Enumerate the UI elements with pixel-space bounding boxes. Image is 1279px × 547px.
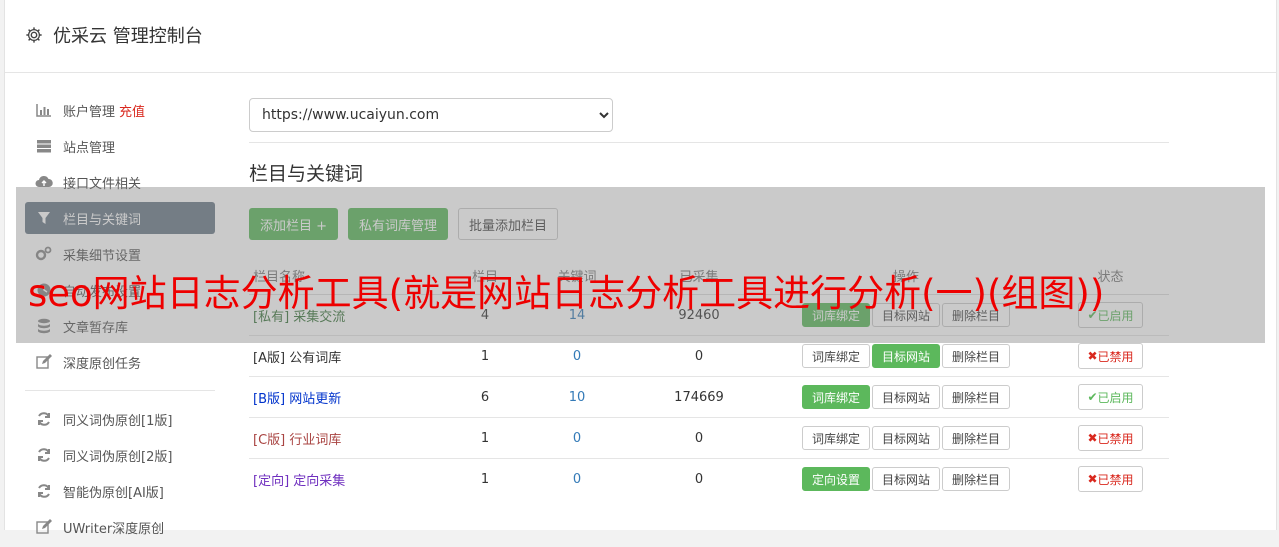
target-site-button[interactable]: 目标网站 — [871, 344, 940, 368]
sidebar-item-deep-original[interactable]: 深度原创任务 — [25, 346, 215, 378]
sidebar-item-label: 账户管理 — [63, 104, 116, 120]
panel-header: 优采云 管理控制台 — [5, 0, 1276, 73]
bar-chart-icon — [35, 101, 53, 119]
target-site-button[interactable]: 目标网站 — [871, 385, 940, 409]
status-cell: ✖ 已禁用 — [1052, 458, 1169, 499]
section-divider — [249, 142, 1169, 143]
lexicon-bind-button[interactable]: 定向设置 — [801, 467, 870, 491]
actions-cell: 词库绑定 目标网站 删除栏目 — [760, 417, 1052, 459]
sidebar-item-uwriter[interactable]: UWriter深度原创 — [25, 511, 215, 543]
overlay-band — [16, 187, 1265, 343]
sidebar-item-synonym-v2[interactable]: 同义词伪原创[2版] — [25, 439, 215, 471]
keyword-count-cell[interactable]: 0 — [516, 417, 638, 459]
sidebar-item-account[interactable]: 账户管理 充值 — [25, 94, 215, 126]
column-name-cell[interactable]: [定向] 定向采集 — [249, 458, 454, 499]
status-toggle[interactable]: ✖ 已禁用 — [1078, 343, 1143, 369]
collected-count-cell: 174669 — [638, 376, 760, 418]
table-row: [C版] 行业词库 1 0 0 词库绑定 目标网站 删除栏目 ✖ 已禁用 — [249, 417, 1169, 459]
refresh-icon — [35, 410, 53, 428]
page-title: 优采云 管理控制台 — [25, 22, 203, 48]
close-icon: ✖ — [1087, 349, 1098, 363]
recharge-link[interactable]: 充值 — [119, 101, 145, 120]
section-title: 栏目与关键词 — [249, 163, 364, 185]
lexicon-bind-button[interactable]: 词库绑定 — [801, 344, 870, 368]
gear-icon — [26, 27, 42, 43]
lexicon-bind-button[interactable]: 词库绑定 — [801, 426, 870, 450]
table-row: [定向] 定向采集 1 0 0 定向设置 目标网站 删除栏目 ✖ 已禁用 — [249, 458, 1169, 499]
header-title-text: 优采云 管理控制台 — [53, 26, 203, 47]
target-site-button[interactable]: 目标网站 — [871, 467, 940, 491]
delete-column-button[interactable]: 删除栏目 — [942, 467, 1011, 491]
delete-column-button[interactable]: 删除栏目 — [942, 385, 1011, 409]
sidebar-item-label: 站点管理 — [63, 140, 116, 156]
target-site-button[interactable]: 目标网站 — [871, 426, 940, 450]
count-cell: 1 — [454, 458, 516, 499]
status-toggle[interactable]: ✖ 已禁用 — [1078, 425, 1143, 451]
server-icon — [35, 137, 53, 155]
close-icon: ✖ — [1087, 472, 1098, 486]
status-label: 已禁用 — [1097, 472, 1134, 487]
refresh-icon — [35, 446, 53, 464]
edit-icon — [35, 518, 53, 536]
sidebar-item-label: 同义词伪原创[1版] — [63, 413, 173, 429]
sidebar-item-synonym-v1[interactable]: 同义词伪原创[1版] — [25, 403, 215, 435]
actions-cell: 词库绑定 目标网站 删除栏目 — [760, 376, 1052, 418]
overlay-title: seo网站日志分析工具(就是网站日志分析工具进行分析(一)(组图)) — [28, 272, 1105, 315]
column-name: 公有词库 — [289, 350, 342, 366]
delete-column-button[interactable]: 删除栏目 — [942, 344, 1011, 368]
column-name-cell[interactable]: [B版] 网站更新 — [249, 376, 454, 418]
column-name: 行业词库 — [289, 432, 342, 448]
status-toggle[interactable]: ✔ 已启用 — [1078, 384, 1143, 410]
sidebar-item-label: UWriter深度原创 — [63, 521, 165, 537]
status-cell: ✔ 已启用 — [1052, 376, 1169, 418]
count-cell: 1 — [454, 417, 516, 459]
site-select[interactable]: https://www.ucaiyun.com — [249, 98, 613, 132]
sidebar-item-label: 智能伪原创[AI版] — [63, 485, 164, 501]
column-name-cell[interactable]: [C版] 行业词库 — [249, 417, 454, 459]
keyword-count-cell[interactable]: 0 — [516, 458, 638, 499]
column-tag: [B版] — [253, 391, 286, 407]
sidebar-item-ai-rewrite[interactable]: 智能伪原创[AI版] — [25, 475, 215, 507]
column-name: 网站更新 — [289, 391, 342, 407]
status-cell: ✖ 已禁用 — [1052, 417, 1169, 459]
lexicon-bind-button[interactable]: 词库绑定 — [801, 385, 870, 409]
column-tag: [C版] — [253, 432, 286, 448]
count-cell: 6 — [454, 376, 516, 418]
sidebar-item-sites[interactable]: 站点管理 — [25, 130, 215, 162]
column-tag: [A版] — [253, 350, 286, 366]
status-label: 已禁用 — [1097, 431, 1134, 446]
status-toggle[interactable]: ✖ 已禁用 — [1078, 466, 1143, 492]
table-row: [B版] 网站更新 6 10 174669 词库绑定 目标网站 删除栏目 ✔ 已启用 — [249, 376, 1169, 418]
column-name: 定向采集 — [293, 473, 346, 489]
column-tag: [定向] — [253, 473, 290, 489]
collected-count-cell: 0 — [638, 417, 760, 459]
status-label: 已禁用 — [1097, 349, 1134, 364]
collected-count-cell: 0 — [638, 458, 760, 499]
refresh-icon — [35, 482, 53, 500]
close-icon: ✖ — [1087, 431, 1098, 445]
delete-column-button[interactable]: 删除栏目 — [942, 426, 1011, 450]
status-label: 已启用 — [1097, 390, 1134, 405]
check-icon: ✔ — [1087, 390, 1098, 404]
keyword-count-cell[interactable]: 10 — [516, 376, 638, 418]
sidebar-item-label: 同义词伪原创[2版] — [63, 449, 173, 465]
sidebar-item-label: 深度原创任务 — [63, 356, 142, 372]
sidebar-divider — [25, 390, 215, 391]
actions-cell: 定向设置 目标网站 删除栏目 — [760, 458, 1052, 499]
edit-icon — [35, 353, 53, 371]
